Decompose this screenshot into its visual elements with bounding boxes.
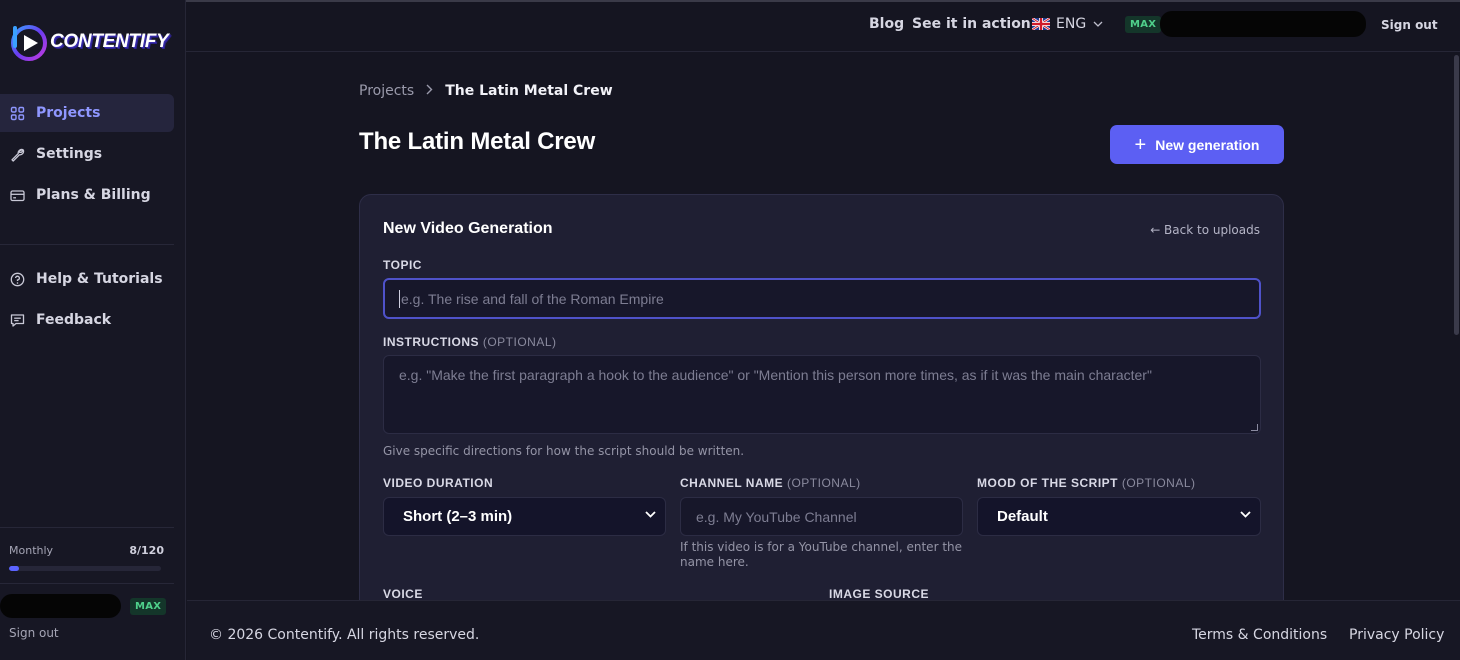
new-video-generation-form: New Video Generation ← Back to uploads T… xyxy=(359,194,1284,614)
footer-link-terms[interactable]: Terms & Conditions xyxy=(1192,627,1327,643)
top-header: Blog See it in action ENG MAX Sign out xyxy=(186,2,1460,52)
breadcrumb-separator-icon xyxy=(426,83,433,99)
grid-icon xyxy=(10,106,25,121)
uk-flag-icon xyxy=(1032,18,1050,30)
mood-label: MOOD OF THE SCRIPT (OPTIONAL) xyxy=(977,476,1196,490)
footer: © 2026 Contentify. All rights reserved. … xyxy=(187,600,1460,660)
channel-name-hint: If this video is for a YouTube channel, … xyxy=(680,540,970,570)
sidebar-item-label: Help & Tutorials xyxy=(36,271,163,287)
resize-handle-icon[interactable] xyxy=(1251,424,1258,431)
mood-optional: (OPTIONAL) xyxy=(1122,476,1196,490)
brand-name: CONTENTIFY xyxy=(50,31,168,53)
redacted-user-email xyxy=(1160,11,1366,37)
sidebar-item-label: Projects xyxy=(36,105,100,121)
header-link-blog[interactable]: Blog xyxy=(869,16,904,32)
mood-value: Default xyxy=(997,508,1048,525)
topic-placeholder: e.g. The rise and fall of the Roman Empi… xyxy=(401,291,664,307)
sidebar: CONTENTIFY Projects Settings Plans & Bil… xyxy=(0,0,186,660)
video-duration-value: Short (2–3 min) xyxy=(403,508,512,525)
usage-progress-fill xyxy=(9,566,19,571)
chevron-down-icon xyxy=(645,511,656,518)
usage-count: 8/120 xyxy=(129,544,164,557)
language-label: ENG xyxy=(1056,16,1086,32)
image-source-label: IMAGE SOURCE xyxy=(829,587,929,601)
breadcrumb: Projects The Latin Metal Crew xyxy=(359,83,613,99)
new-generation-label: New generation xyxy=(1155,137,1259,153)
plan-badge: MAX xyxy=(130,598,166,615)
wrench-icon xyxy=(10,147,25,162)
header-link-see-it-in-action[interactable]: See it in action xyxy=(912,16,1031,32)
sidebar-item-label: Feedback xyxy=(36,312,111,328)
card-icon xyxy=(10,188,25,203)
plus-icon: + xyxy=(1135,135,1147,155)
header-plan-badge: MAX xyxy=(1125,16,1161,33)
voice-label: VOICE xyxy=(383,587,423,601)
brand-logo[interactable]: CONTENTIFY xyxy=(11,22,168,62)
channel-name-optional: (OPTIONAL) xyxy=(787,476,861,490)
sidebar-item-label: Settings xyxy=(36,146,102,162)
instructions-label-text: INSTRUCTIONS xyxy=(383,335,479,349)
language-selector[interactable]: ENG xyxy=(1032,16,1103,32)
mood-label-text: MOOD OF THE SCRIPT xyxy=(977,476,1118,490)
usage-label: Monthly xyxy=(9,544,53,557)
form-title: New Video Generation xyxy=(383,220,553,238)
sidebar-user: MAX Sign out xyxy=(0,583,174,640)
sidebar-item-settings[interactable]: Settings xyxy=(0,135,174,173)
sidebar-item-feedback[interactable]: Feedback xyxy=(0,301,174,339)
channel-name-label: CHANNEL NAME (OPTIONAL) xyxy=(680,476,861,490)
page-scrollbar[interactable] xyxy=(1454,55,1459,335)
play-logo-icon xyxy=(11,22,47,62)
sidebar-item-help-tutorials[interactable]: Help & Tutorials xyxy=(0,260,174,298)
usage-meter: Monthly 8/120 xyxy=(0,527,174,571)
sidebar-item-plans-billing[interactable]: Plans & Billing xyxy=(0,176,174,214)
video-duration-select[interactable]: Short (2–3 min) xyxy=(383,497,666,536)
sidebar-sign-out-link[interactable]: Sign out xyxy=(0,626,174,640)
back-to-uploads-link[interactable]: ← Back to uploads xyxy=(1150,223,1260,237)
instructions-hint: Give specific directions for how the scr… xyxy=(383,444,744,459)
sidebar-nav: Projects Settings Plans & Billing Help &… xyxy=(0,94,186,342)
channel-name-placeholder: e.g. My YouTube Channel xyxy=(696,509,857,525)
mood-select[interactable]: Default xyxy=(977,497,1261,536)
new-generation-button[interactable]: + New generation xyxy=(1110,125,1284,164)
redacted-username xyxy=(0,594,121,618)
instructions-label: INSTRUCTIONS (OPTIONAL) xyxy=(383,335,557,349)
breadcrumb-projects-link[interactable]: Projects xyxy=(359,83,414,99)
footer-link-privacy[interactable]: Privacy Policy xyxy=(1349,627,1444,643)
message-icon xyxy=(10,313,25,328)
chevron-down-icon xyxy=(1093,21,1103,27)
instructions-textarea[interactable]: e.g. "Make the first paragraph a hook to… xyxy=(383,355,1261,434)
topic-input[interactable]: e.g. The rise and fall of the Roman Empi… xyxy=(383,278,1261,319)
text-caret xyxy=(399,290,400,308)
help-circle-icon xyxy=(10,272,25,287)
instructions-placeholder: e.g. "Make the first paragraph a hook to… xyxy=(399,367,1152,383)
sidebar-divider xyxy=(0,244,174,245)
copyright-text: © 2026 Contentify. All rights reserved. xyxy=(209,627,479,643)
channel-name-label-text: CHANNEL NAME xyxy=(680,476,783,490)
sidebar-item-projects[interactable]: Projects xyxy=(0,94,174,132)
video-duration-label: VIDEO DURATION xyxy=(383,476,493,490)
header-sign-out-link[interactable]: Sign out xyxy=(1381,18,1438,32)
instructions-optional: (OPTIONAL) xyxy=(483,335,557,349)
breadcrumb-current: The Latin Metal Crew xyxy=(445,83,612,99)
page-title: The Latin Metal Crew xyxy=(359,128,595,156)
sidebar-item-label: Plans & Billing xyxy=(36,187,151,203)
chevron-down-icon xyxy=(1240,511,1251,518)
topic-label: TOPIC xyxy=(383,258,422,272)
channel-name-input[interactable]: e.g. My YouTube Channel xyxy=(680,497,963,536)
usage-progress-bar xyxy=(9,566,161,571)
